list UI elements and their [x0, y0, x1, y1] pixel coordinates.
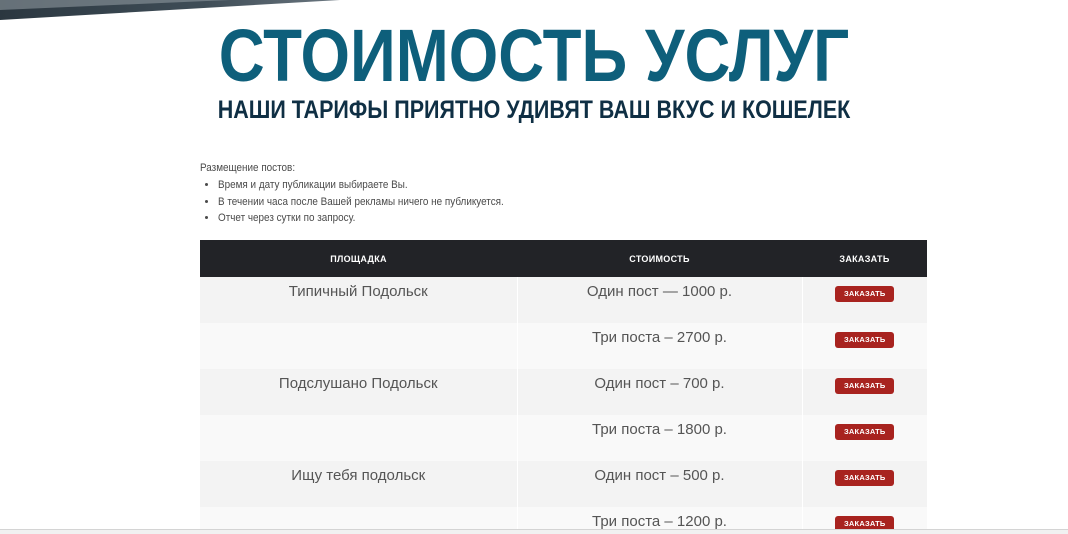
table-header-row: ПЛОЩАДКА СТОИМОСТЬ ЗАКАЗАТЬ: [200, 240, 927, 277]
column-header-price: СТОИМОСТЬ: [629, 253, 690, 264]
viewport-bottom-strip: [0, 530, 1068, 534]
price-table: ПЛОЩАДКА СТОИМОСТЬ ЗАКАЗАТЬ Типичный Под…: [200, 240, 927, 534]
posting-info-list: Время и дату публикации выбираете Вы. В …: [200, 177, 926, 227]
posting-info: Размещение постов: Время и дату публикац…: [200, 160, 926, 227]
order-cell: ЗАКАЗАТЬ: [802, 415, 927, 461]
platform-cell: Ищу тебя подольск: [200, 461, 518, 507]
table-row: Три поста – 1800 р. ЗАКАЗАТЬ: [200, 415, 927, 461]
page-subtitle: НАШИ ТАРИФЫ ПРИЯТНО УДИВЯТ ВАШ ВКУС И КО…: [217, 96, 851, 124]
list-item: В течении часа после Вашей рекламы ничег…: [218, 194, 926, 211]
platform-cell: [200, 415, 518, 461]
column-header-platform: ПЛОЩАДКА: [330, 253, 387, 264]
order-cell: ЗАКАЗАТЬ: [802, 277, 927, 323]
platform-cell: Подслушано Подольск: [200, 369, 518, 415]
order-cell: ЗАКАЗАТЬ: [802, 323, 927, 369]
table-row: Типичный Подольск Один пост — 1000 р. ЗА…: [200, 277, 927, 323]
order-button[interactable]: ЗАКАЗАТЬ: [835, 286, 895, 302]
price-cell: Один пост – 500 р.: [517, 461, 803, 507]
order-button[interactable]: ЗАКАЗАТЬ: [835, 332, 895, 348]
price-cell: Один пост — 1000 р.: [517, 277, 803, 323]
table-row: Три поста – 2700 р. ЗАКАЗАТЬ: [200, 323, 927, 369]
table-row: Подслушано Подольск Один пост – 700 р. З…: [200, 369, 927, 415]
posting-info-title: Размещение постов:: [200, 162, 296, 174]
list-item-text: Время и дату публикации выбираете Вы.: [218, 179, 408, 191]
order-cell: ЗАКАЗАТЬ: [802, 369, 927, 415]
page-title: СТОИМОСТЬ УСЛУГ: [218, 14, 850, 97]
list-item: Время и дату публикации выбираете Вы.: [218, 177, 926, 194]
list-item-text: В течении часа после Вашей рекламы ничег…: [218, 195, 504, 208]
order-button[interactable]: ЗАКАЗАТЬ: [835, 424, 895, 440]
price-cell: Три поста – 2700 р.: [517, 323, 803, 369]
list-item: Отчет через сутки по запросу.: [218, 210, 926, 227]
platform-cell: [200, 323, 518, 369]
price-cell: Один пост – 700 р.: [517, 369, 803, 415]
order-cell: ЗАКАЗАТЬ: [802, 461, 927, 507]
order-button[interactable]: ЗАКАЗАТЬ: [835, 378, 895, 394]
list-item-text: Отчет через сутки по запросу.: [218, 212, 356, 224]
order-button[interactable]: ЗАКАЗАТЬ: [835, 470, 895, 486]
platform-cell: Типичный Подольск: [200, 277, 518, 323]
column-header-order: ЗАКАЗАТЬ: [839, 253, 890, 264]
hero-section: СТОИМОСТЬ УСЛУГ НАШИ ТАРИФЫ ПРИЯТНО УДИВ…: [0, 14, 1068, 124]
price-table-header: ПЛОЩАДКА СТОИМОСТЬ ЗАКАЗАТЬ: [200, 240, 927, 277]
table-row: Ищу тебя подольск Один пост – 500 р. ЗАК…: [200, 461, 927, 507]
price-cell: Три поста – 1800 р.: [517, 415, 803, 461]
price-table-body: Типичный Подольск Один пост — 1000 р. ЗА…: [200, 277, 927, 534]
